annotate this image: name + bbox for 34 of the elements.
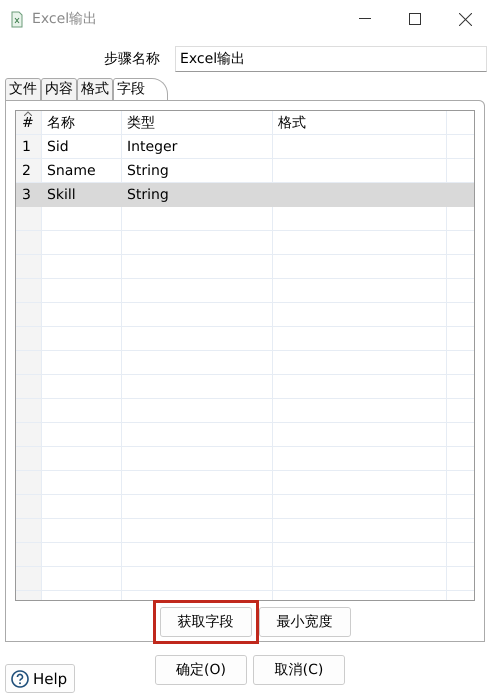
minimize-icon[interactable] xyxy=(359,18,371,20)
dialog-button[interactable]: 取消(C) xyxy=(253,655,345,685)
column-header[interactable]: 类型 xyxy=(122,111,273,135)
row-number: 2 xyxy=(21,162,32,181)
table-row[interactable]: 1 Sid Integer xyxy=(16,135,474,159)
dialog-button[interactable]: 确定(O) xyxy=(155,655,247,685)
tab[interactable]: 字段 xyxy=(113,78,168,100)
close-icon[interactable] xyxy=(458,12,472,26)
table-row[interactable]: 2 Sname String xyxy=(16,159,474,183)
tab[interactable]: 文件 xyxy=(5,78,41,100)
table-action-button[interactable]: 获取字段 xyxy=(160,607,252,637)
table-cell-text: Integer xyxy=(126,138,178,157)
column-header[interactable]: 名称 xyxy=(42,111,122,135)
table-row[interactable]: 3 Skill String xyxy=(16,183,474,207)
column-header[interactable]: # xyxy=(16,111,42,135)
row-number: 3 xyxy=(21,186,32,205)
help-button[interactable]: Help xyxy=(5,664,75,693)
tab[interactable]: 内容 xyxy=(41,78,77,100)
tab[interactable]: 格式 xyxy=(77,78,113,100)
table-cell-text: Sid xyxy=(46,138,70,157)
maximize-icon[interactable] xyxy=(409,13,421,25)
help-icon xyxy=(11,670,29,688)
step-name-label: 步骤名称 xyxy=(103,50,161,68)
table-action-button[interactable]: 最小宽度 xyxy=(258,607,350,637)
table-cell-text: String xyxy=(126,162,170,181)
table-cell-text: Skill xyxy=(46,186,77,205)
row-number: 1 xyxy=(21,138,32,157)
sort-icon xyxy=(24,111,32,116)
table-cell-text: Sname xyxy=(46,162,97,181)
excel-file-icon xyxy=(10,10,24,28)
table-cell-text: String xyxy=(126,186,170,205)
step-name-field[interactable]: Excel输出 xyxy=(175,46,487,72)
column-header[interactable]: 格式 xyxy=(273,111,447,135)
window-title: Excel输出 xyxy=(32,10,98,28)
